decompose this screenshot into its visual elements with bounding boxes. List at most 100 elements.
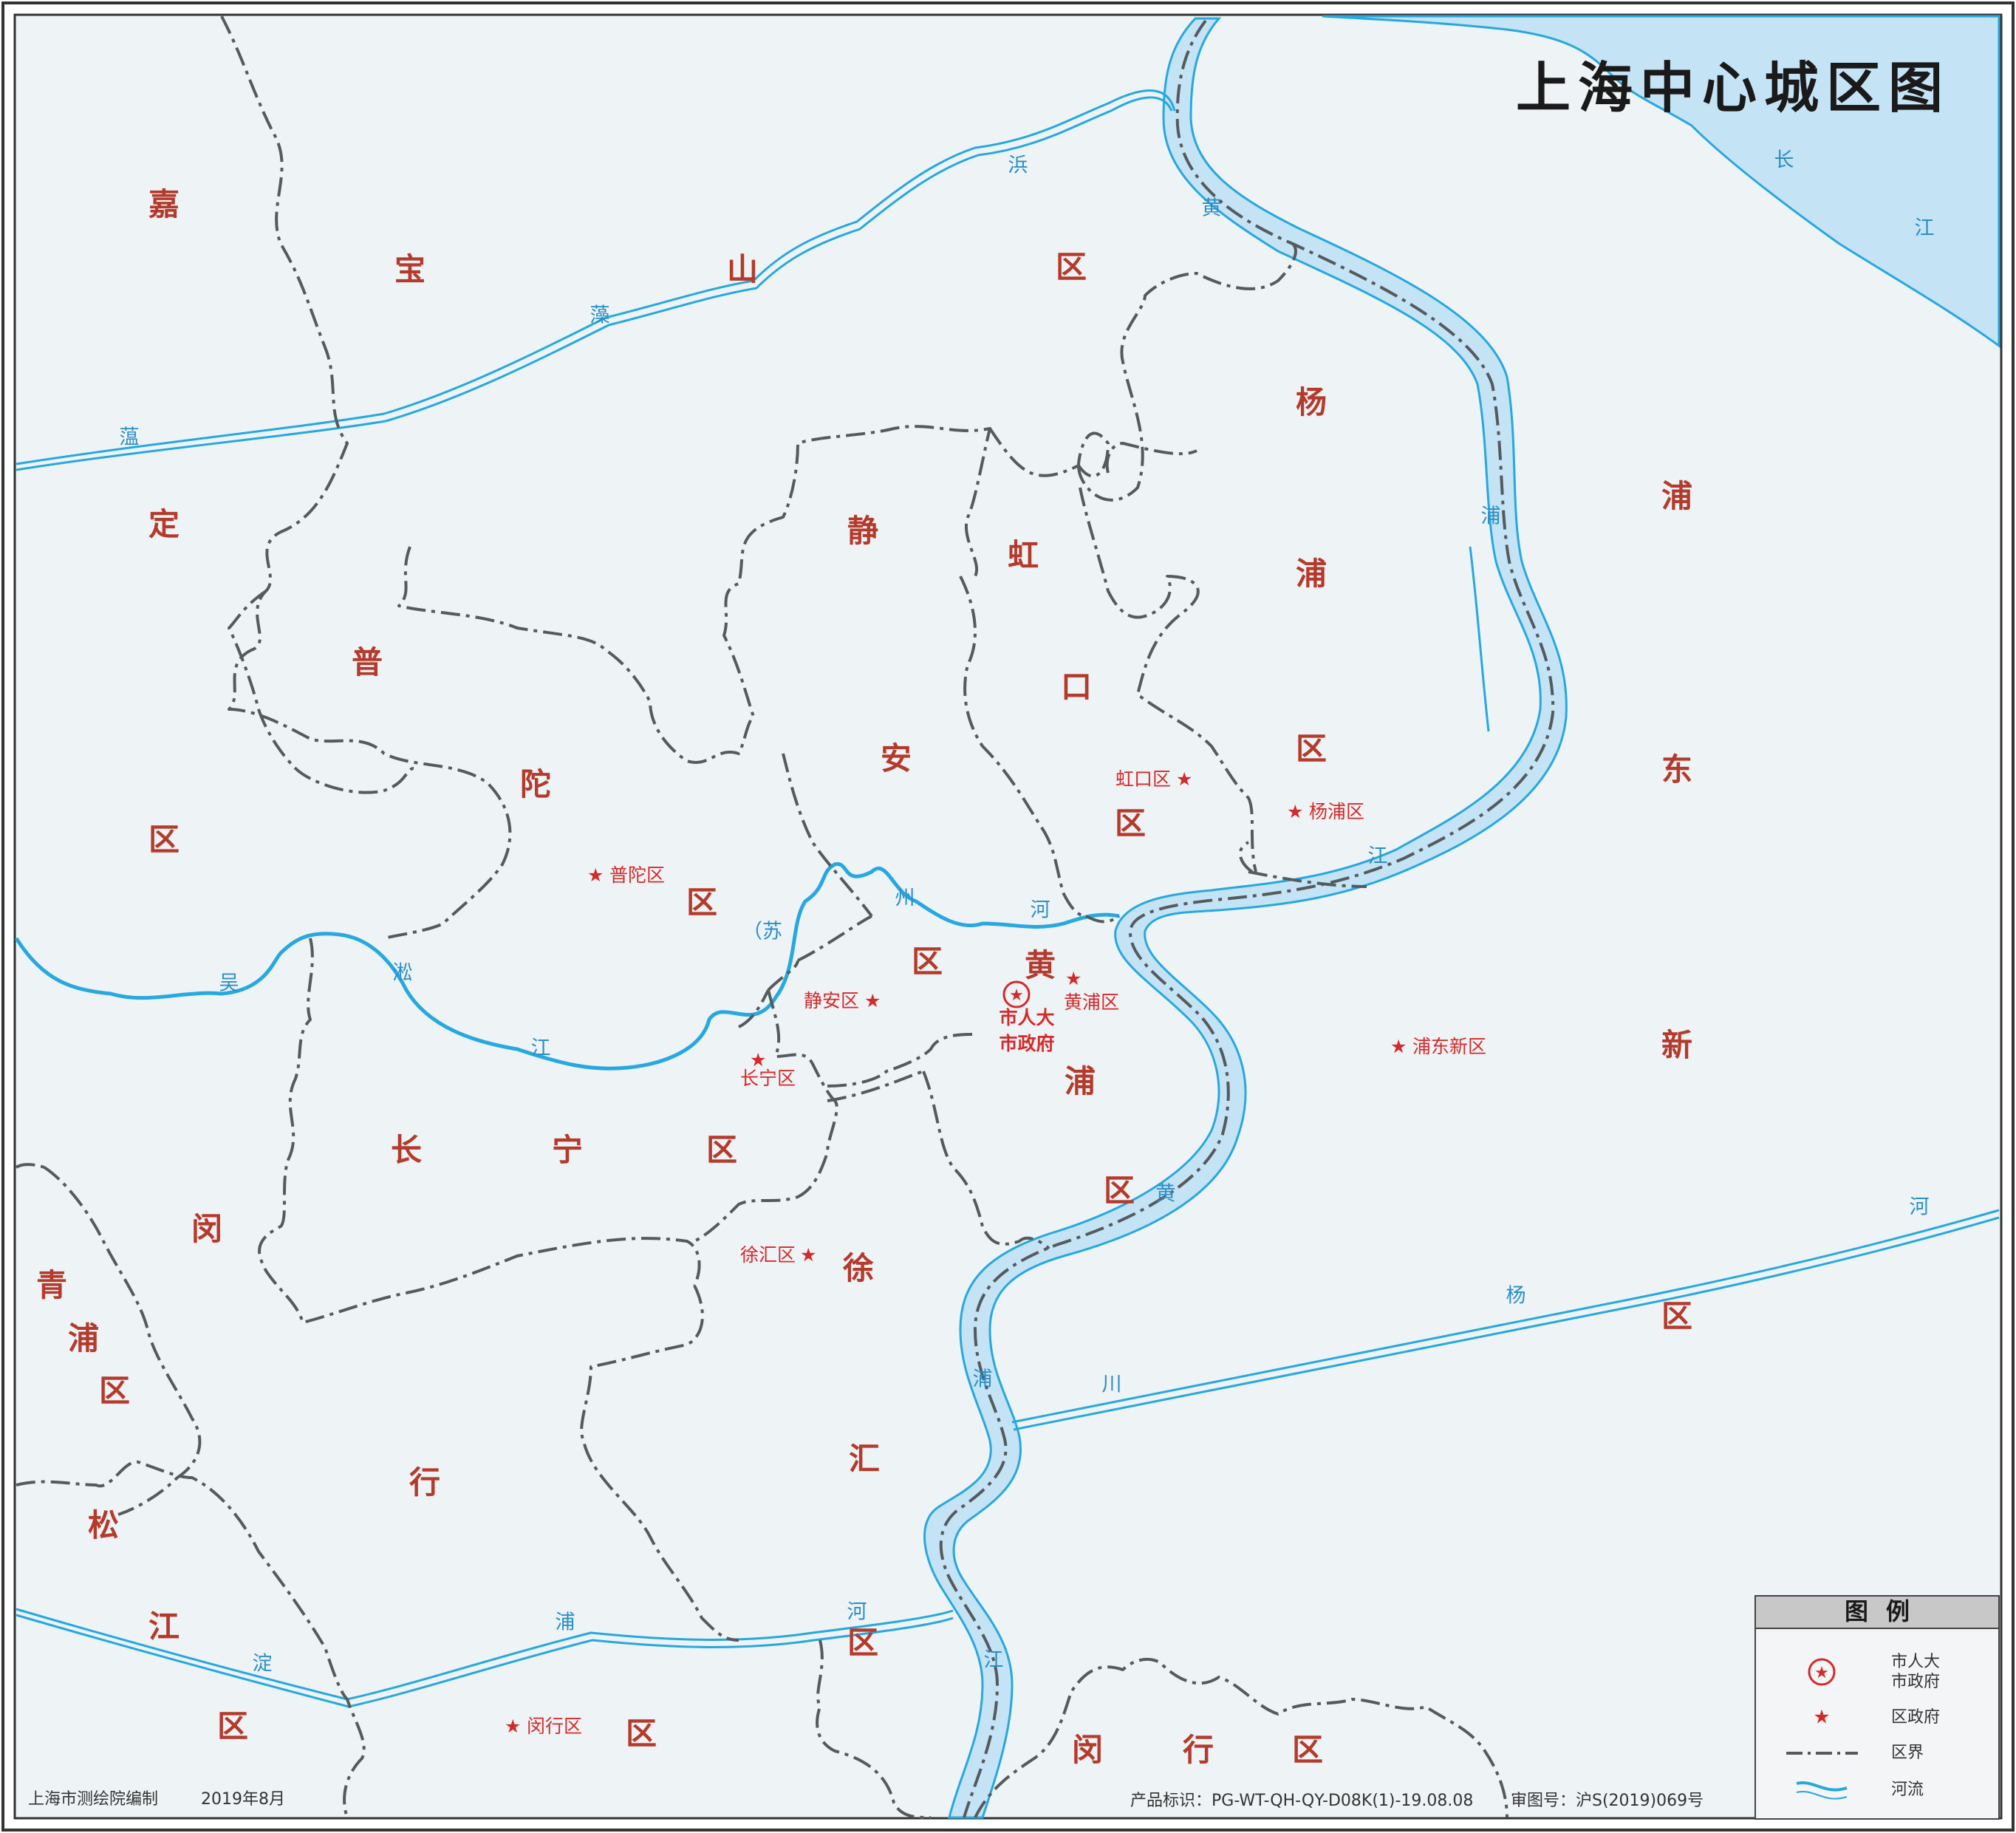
footer-publisher: 上海市测绘院编制 [28, 1790, 158, 1809]
gov-seat-label: 杨浦区 [1309, 801, 1364, 822]
district-label-minhang-w-2: 行 [409, 1464, 440, 1501]
district-label-yangpu-1: 杨 [1296, 384, 1327, 420]
district-label-xuhui-2: 汇 [849, 1441, 880, 1477]
district-label-minhang-s-2: 行 [1183, 1732, 1214, 1768]
city-gov-label-2: 市政府 [999, 1033, 1054, 1054]
district-label-baoshan-1: 宝 [394, 251, 426, 287]
legend-boundary-label: 区界 [1891, 1744, 1924, 1762]
gov-seat-label: 长宁区 [740, 1068, 796, 1089]
gov-seat-label: 徐汇区 [740, 1244, 796, 1266]
district-label-pudong-4: 区 [1661, 1298, 1692, 1334]
river-label-yangtze-2: 江 [1915, 217, 1935, 240]
district-label-jingan-3: 区 [912, 943, 943, 980]
city-gov-label-1: 市人大 [999, 1007, 1054, 1028]
district-label-xuhui-3: 区 [847, 1625, 878, 1661]
district-label-hongkou-2: 口 [1061, 669, 1092, 705]
district-label-minhang-s-1: 闵 [1072, 1732, 1103, 1768]
gov-seat-label: 虹口区 [1115, 768, 1171, 790]
river-label-huangpu-lower-2: 江 [984, 1649, 1004, 1672]
gov-seat-label: 静安区 [804, 990, 859, 1011]
river-label-huangpu-lower-1: 浦 [973, 1368, 993, 1391]
legend-city-gov-label-2: 市政府 [1891, 1673, 1940, 1691]
river-label-huangpu-mid: 黄 [1156, 1183, 1176, 1206]
district-label-minhang-s-3: 区 [1292, 1732, 1323, 1768]
river-label-dianpu-3: 河 [847, 1601, 867, 1624]
legend-city-gov-label-1: 市人大 [1891, 1653, 1940, 1671]
district-label-songjiang-2: 江 [148, 1608, 180, 1645]
footer-date: 2019年8月 [201, 1790, 285, 1809]
district-label-xuhui-1: 徐 [842, 1250, 874, 1286]
district-label-jiading-1: 嘉 [148, 186, 180, 222]
district-label-qingpu-1: 青 [36, 1267, 67, 1303]
river-label-wenzaobang-2: 藻 [590, 304, 610, 327]
river-label-chuanyang-2: 杨 [1506, 1285, 1526, 1308]
district-label-changning-3: 区 [706, 1132, 737, 1168]
gov-star-icon: ★ [1176, 768, 1192, 790]
river-label-chuanyang-1: 川 [1102, 1373, 1122, 1396]
river-label-wusong-1: 吴 [219, 972, 239, 995]
district-label-hongkou-1: 虹 [1008, 537, 1039, 573]
gov-seat-yangpu: ★ 杨浦区 [1287, 801, 1364, 822]
river-label-suzhou-2: 州 [895, 887, 915, 910]
district-label-pudong-3: 新 [1661, 1027, 1692, 1063]
district-label-putuo-3: 区 [686, 884, 717, 921]
river-label-yangtze-1: 长 [1774, 149, 1794, 172]
district-label-songjiang-1: 松 [88, 1507, 119, 1543]
gov-seat-xuhui: 徐汇区 ★ [740, 1244, 816, 1266]
legend-district-gov-label: 区政府 [1891, 1708, 1940, 1727]
gov-star-icon: ★ [1065, 968, 1082, 989]
district-label-huangpu-1: 黄 [1025, 947, 1056, 983]
footer-product-id: 产品标识：PG-WT-QH-QY-D08K(1)-19.08.08 [1130, 1792, 1473, 1810]
gov-star-icon: ★ [864, 990, 881, 1011]
gov-star-icon: ★ [1390, 1036, 1407, 1057]
map-title: 上海中心城区图 [1516, 57, 1950, 120]
river-label-huangpu-upper-1: 黄 [1202, 197, 1222, 220]
river-label-suzhou-1: （苏 [742, 921, 782, 943]
legend-city-government-star-icon: ★ [1814, 1664, 1829, 1682]
district-label-yangpu-3: 区 [1296, 731, 1327, 767]
river-label-chuanyang-3: 河 [1910, 1196, 1930, 1219]
district-label-jiading-3: 区 [148, 822, 180, 858]
legend-box [1754, 1595, 2000, 1820]
district-label-changning-2: 宁 [552, 1132, 583, 1168]
river-label-wusong-3: 江 [531, 1037, 551, 1060]
legend-district-government-star-icon: ★ [1813, 1707, 1830, 1729]
gov-seat-minhang: ★ 闵行区 [505, 1716, 582, 1737]
river-label-dianpu-2: 浦 [556, 1611, 575, 1634]
district-label-jiading-2: 定 [148, 506, 180, 542]
footer-review-number: 审图号：沪S(2019)069号 [1511, 1792, 1704, 1810]
map-frame [13, 13, 2003, 1820]
district-label-putuo-1: 普 [352, 644, 383, 680]
gov-seat-putuo: ★ 普陀区 [587, 864, 665, 886]
district-label-huangpu-2: 浦 [1065, 1063, 1096, 1099]
gov-seat-label: 浦东新区 [1412, 1036, 1486, 1057]
gov-seat-hongkou: 虹口区 ★ [1115, 768, 1192, 790]
gov-seat-jingan: 静安区 ★ [804, 990, 881, 1011]
gov-star-icon: ★ [587, 864, 604, 886]
district-label-minhang-w-3: 区 [626, 1716, 657, 1752]
gov-star-icon: ★ [800, 1244, 816, 1266]
legend: 图例 ★ 市人大 市政府 ★ 区政府 区界 河流 [1754, 1595, 2000, 1820]
district-label-jingan-1: 静 [847, 513, 878, 549]
river-label-suzhou-3: 河 [1031, 899, 1050, 922]
district-label-putuo-2: 陀 [520, 766, 551, 802]
city-government-star-icon: ★ [1009, 986, 1024, 1005]
district-label-huangpu-3: 区 [1104, 1172, 1135, 1209]
river-label-wusong-2: 淞 [393, 962, 413, 985]
district-label-pudong-2: 东 [1661, 751, 1692, 788]
district-label-baoshan-2: 山 [727, 251, 758, 287]
gov-star-icon: ★ [1287, 801, 1303, 822]
legend-title: 图例 [1845, 1597, 1927, 1625]
river-label-wenzaobang-1: 蕰 [120, 426, 140, 449]
river-label-huangpu-upper-3: 江 [1368, 845, 1388, 868]
river-label-dianpu-1: 淀 [253, 1653, 273, 1676]
gov-seat-pudong: ★ 浦东新区 [1390, 1036, 1486, 1057]
district-label-minhang-w-1: 闵 [191, 1211, 222, 1247]
district-label-songjiang-3: 区 [217, 1708, 248, 1744]
district-label-baoshan-3: 区 [1056, 249, 1087, 285]
gov-seat-label: 普陀区 [609, 864, 665, 886]
shanghai-central-districts-map: 上海中心城区图 宝 山 区 嘉 定 区 普 陀 区 静 安 区 虹 口 区 杨 … [1, 1, 2015, 1832]
district-label-qingpu-3: 区 [99, 1373, 130, 1409]
district-label-yangpu-2: 浦 [1296, 556, 1327, 592]
district-label-changning-1: 长 [391, 1132, 422, 1168]
